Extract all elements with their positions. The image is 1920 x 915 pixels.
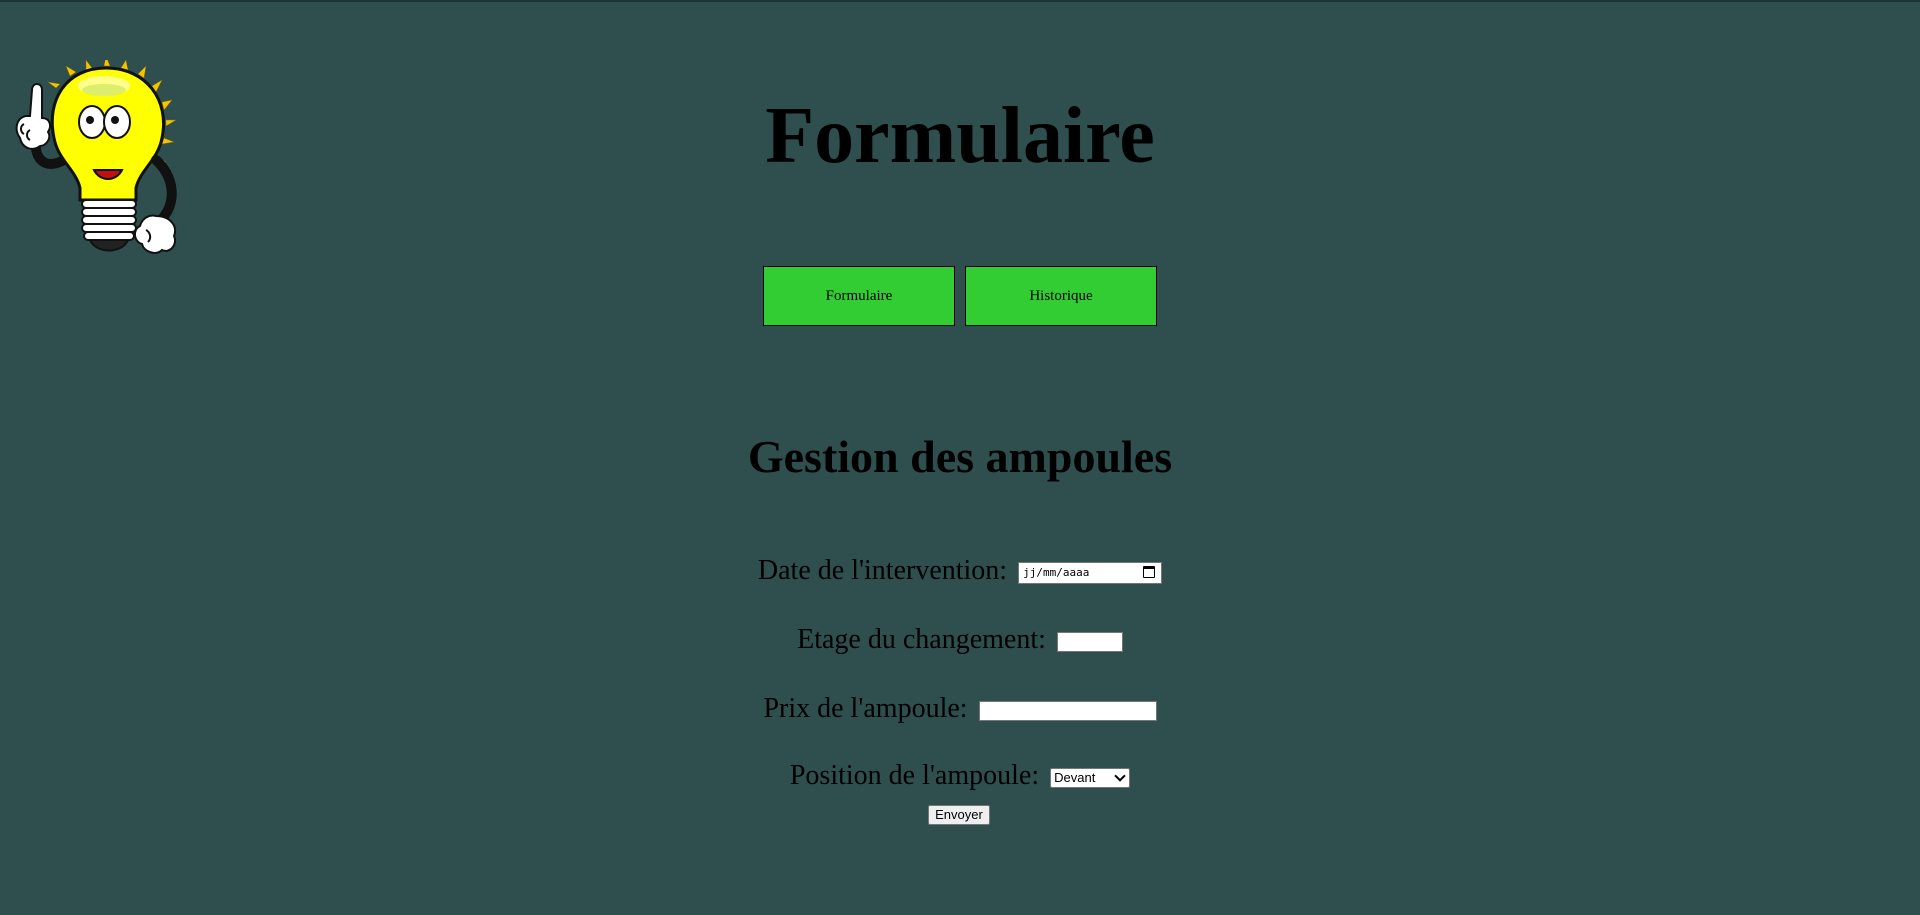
date-input[interactable]: jj/mm/aaaa	[1018, 561, 1163, 584]
date-placeholder: jj/mm/aaaa	[1023, 565, 1090, 579]
price-label: Prix de l'ampoule:	[763, 693, 968, 724]
calendar-icon[interactable]	[1143, 565, 1156, 578]
date-label: Date de l'intervention:	[757, 555, 1008, 586]
submit-button[interactable]: Envoyer	[928, 805, 990, 825]
position-row: Position de l'ampoule: Devant	[0, 759, 1920, 793]
nav-historique-button[interactable]: Historique	[965, 266, 1157, 326]
price-input[interactable]	[978, 700, 1157, 721]
position-select[interactable]: Devant	[1050, 767, 1131, 788]
position-selected-value: Devant	[1054, 769, 1096, 785]
nav-formulaire-button[interactable]: Formulaire	[763, 266, 955, 326]
date-row: Date de l'intervention: jj/mm/aaaa	[0, 554, 1920, 588]
top-border	[0, 0, 1920, 2]
nav-bar: Formulaire Historique	[763, 266, 1157, 326]
form-heading: Gestion des ampoules	[747, 431, 1173, 482]
page-title: Formulaire	[765, 92, 1155, 180]
chevron-down-icon	[1114, 769, 1126, 782]
position-label: Position de l'ampoule:	[789, 760, 1040, 791]
floor-row: Etage du changement:	[0, 623, 1920, 657]
floor-label: Etage du changement:	[797, 624, 1046, 655]
floor-input[interactable]	[1056, 631, 1123, 652]
price-row: Prix de l'ampoule:	[0, 692, 1920, 726]
